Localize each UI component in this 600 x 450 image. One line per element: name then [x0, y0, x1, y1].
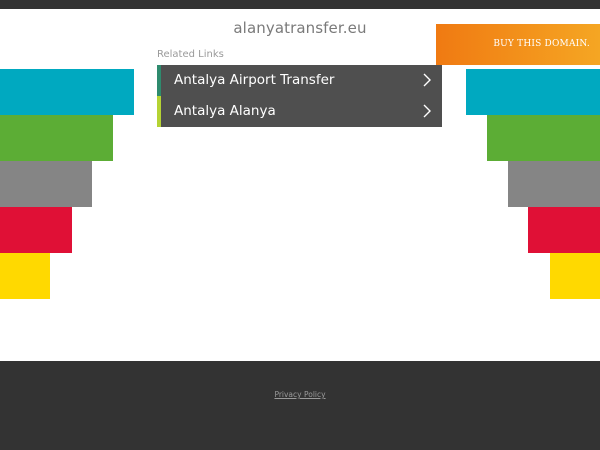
footer — [0, 361, 600, 450]
chevron-right-icon — [423, 73, 431, 87]
related-link-antalya-alanya[interactable]: Antalya Alanya — [157, 96, 442, 127]
chevron-right-icon — [423, 104, 431, 118]
left-bar-green — [0, 115, 113, 161]
related-link-label: Antalya Alanya — [174, 103, 276, 119]
left-bar-cyan — [0, 69, 134, 115]
right-bar-yellow — [550, 253, 600, 299]
left-bar-red — [0, 207, 72, 253]
buy-domain-label: BUY THIS DOMAIN. — [493, 39, 590, 49]
right-bar-gray — [508, 161, 600, 207]
privacy-policy-link[interactable]: Privacy Policy — [0, 390, 600, 399]
left-bar-gray — [0, 161, 92, 207]
buy-domain-button[interactable]: BUY THIS DOMAIN. — [436, 24, 600, 65]
link-accent-bar — [157, 65, 161, 96]
related-links-heading: Related Links — [157, 49, 224, 60]
right-bar-cyan — [466, 69, 600, 115]
right-bar-red — [528, 207, 600, 253]
related-link-antalya-airport-transfer[interactable]: Antalya Airport Transfer — [157, 65, 442, 96]
related-link-label: Antalya Airport Transfer — [174, 72, 335, 88]
link-accent-bar — [157, 96, 161, 127]
left-bar-yellow — [0, 253, 50, 299]
right-bar-green — [487, 115, 600, 161]
top-bar — [0, 0, 600, 9]
